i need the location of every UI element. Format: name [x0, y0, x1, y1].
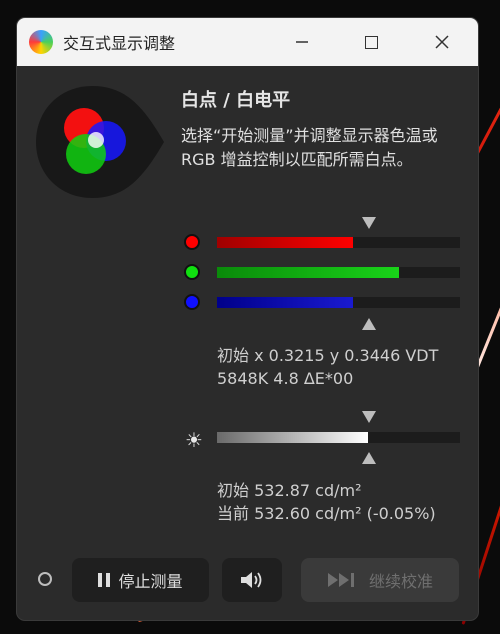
- red-gain-fill: [217, 237, 354, 248]
- minimize-button[interactable]: [279, 18, 325, 66]
- stop-measurement-label: 停止测量: [118, 572, 183, 591]
- sound-toggle-button[interactable]: [222, 558, 282, 602]
- luminance-bar: [217, 432, 460, 443]
- continue-calibration-button[interactable]: 继续校准: [301, 558, 459, 602]
- skip-forward-icon: [327, 573, 354, 587]
- red-gain-bar: [217, 237, 460, 248]
- blue-channel-dot: [184, 294, 200, 310]
- window-title: 交互式显示调整: [63, 34, 176, 53]
- brightness-icon: ☀: [185, 428, 203, 452]
- rgb-readout-line-2: 5848K 4.8 ΔE*00: [217, 369, 354, 388]
- minimize-icon: [296, 41, 308, 43]
- rgb-measurement-graphic: [36, 86, 164, 198]
- luminance-current: 当前 532.60 cd/m² (-0.05%): [217, 504, 436, 523]
- rgb-target-marker-top: [362, 217, 376, 229]
- maximize-icon: [364, 35, 378, 49]
- stop-measurement-button[interactable]: 停止测量: [72, 558, 209, 602]
- instruction-text: 选择“开始测量”并调整显示器色温或RGB 增益控制以匹配所需白点。: [181, 126, 438, 169]
- green-channel-dot: [184, 264, 200, 280]
- green-gain-fill: [217, 267, 400, 278]
- maximize-button[interactable]: [348, 18, 394, 66]
- section-heading: 白点 / 白电平: [181, 90, 291, 111]
- blue-gain-fill: [217, 297, 354, 308]
- status-ring-icon: [38, 572, 52, 586]
- pause-icon: [98, 573, 111, 587]
- luminance-fill: [217, 432, 368, 443]
- rgb-readout: 初始 x 0.3215 y 0.3446 VDT 5848K 4.8 ΔE*00: [217, 344, 438, 390]
- rgb-target-marker-bottom: [362, 318, 376, 330]
- red-channel-dot: [184, 234, 200, 250]
- close-icon: [435, 35, 449, 49]
- luminance-readout: 初始 532.87 cd/m² 当前 532.60 cd/m² (-0.05%): [217, 479, 436, 525]
- green-gain-bar: [217, 267, 460, 278]
- luminance-target-marker-top: [362, 411, 376, 423]
- close-button[interactable]: [419, 18, 465, 66]
- luminance-target-marker-bottom: [362, 452, 376, 464]
- blue-gain-bar: [217, 297, 460, 308]
- interactive-display-adjustment-window: 交互式显示调整 白点 / 白电平 选择“开始测量”并调整显示器色温或RGB 增益…: [17, 18, 478, 620]
- rgb-readout-line-1: 初始 x 0.3215 y 0.3446 VDT: [217, 346, 439, 365]
- speaker-icon: [241, 572, 262, 588]
- continue-calibration-label: 继续校准: [368, 572, 433, 591]
- luminance-initial: 初始 532.87 cd/m²: [217, 481, 362, 500]
- title-bar[interactable]: 交互式显示调整: [17, 18, 478, 66]
- color-wheel-icon: [29, 30, 53, 54]
